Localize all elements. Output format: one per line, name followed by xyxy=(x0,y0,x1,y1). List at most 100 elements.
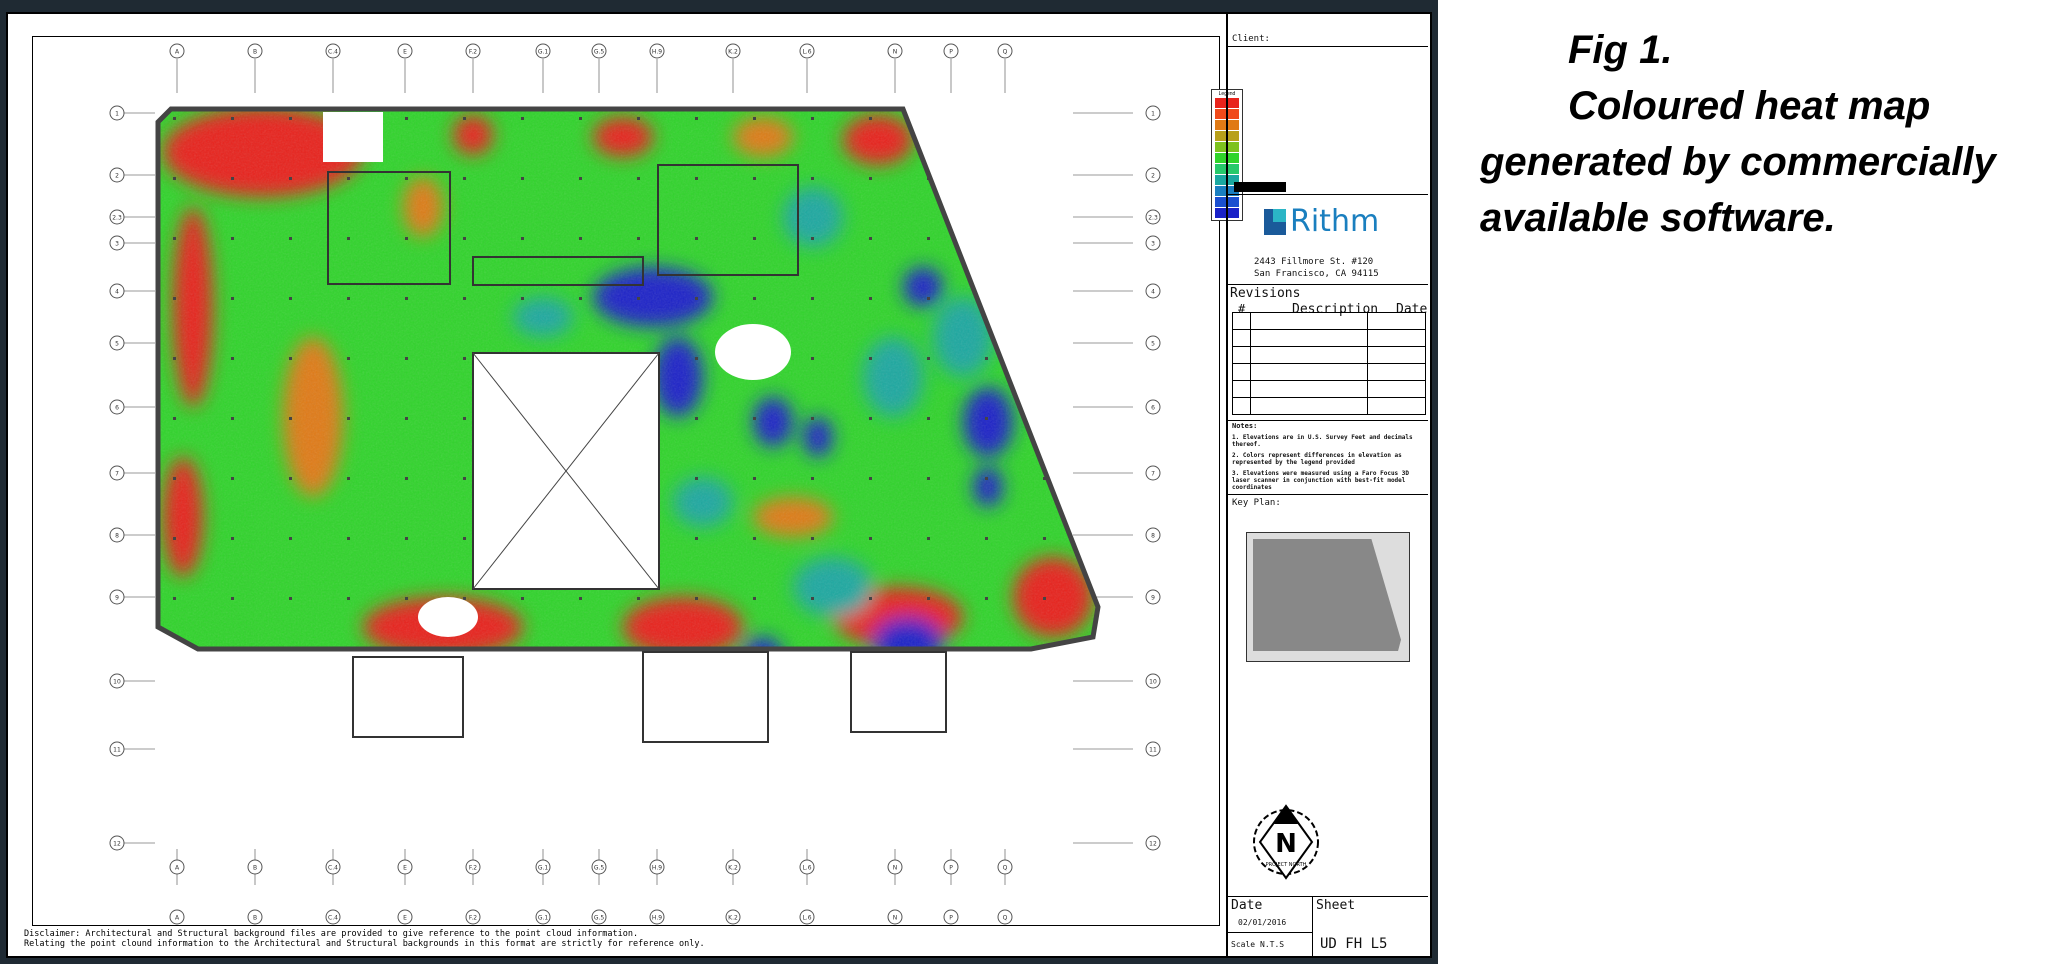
column-marker xyxy=(289,477,292,480)
column-marker xyxy=(463,537,466,540)
grid-label: N xyxy=(893,49,898,56)
column-marker xyxy=(231,177,234,180)
heat-region xyxy=(613,737,803,792)
column-marker xyxy=(173,117,176,120)
grid-label: 3 xyxy=(115,241,119,248)
grid-label: G.1 xyxy=(538,49,549,56)
column-marker xyxy=(521,297,524,300)
grid-label: 2 xyxy=(1151,173,1155,180)
note-3: 3. Elevations were measured using a Faro… xyxy=(1232,470,1410,491)
column-marker xyxy=(1043,537,1046,540)
column-marker xyxy=(463,597,466,600)
grid-label: P xyxy=(949,49,953,56)
column-marker xyxy=(753,237,756,240)
column-marker xyxy=(985,357,988,360)
column-marker xyxy=(753,537,756,540)
grid-label: 12 xyxy=(1149,841,1157,848)
grid-label: G.1 xyxy=(538,915,549,922)
column-marker xyxy=(405,297,408,300)
column-marker xyxy=(231,417,234,420)
grid-label: E xyxy=(403,915,407,922)
note-2: 2. Colors represent differences in eleva… xyxy=(1232,452,1402,466)
column-marker xyxy=(637,597,640,600)
grid-label: 1 xyxy=(115,111,119,118)
column-marker xyxy=(869,537,872,540)
grid-label: 7 xyxy=(115,471,119,478)
sheet-inner: A A A B B B C.4 C.4 C.4 E E E F.2 F.2 F.2 G.1 G.1 G.1 G.5 G… xyxy=(6,12,1432,958)
grid-label: 12 xyxy=(113,841,121,848)
column-marker xyxy=(405,537,408,540)
column-marker xyxy=(927,597,930,600)
column-marker xyxy=(1043,177,1046,180)
grid-label: 4 xyxy=(1151,289,1155,296)
column-marker xyxy=(405,177,408,180)
grid-label: 11 xyxy=(1149,747,1157,754)
column-marker xyxy=(347,177,350,180)
title-block: Client: Rithm 2443 Fillmore St. #120 San… xyxy=(1226,12,1428,958)
column-marker xyxy=(927,117,930,120)
revision-row xyxy=(1231,397,1427,415)
grid-label: 6 xyxy=(115,405,119,412)
column-marker xyxy=(289,357,292,360)
column-marker xyxy=(173,477,176,480)
grid-label: C.4 xyxy=(328,865,338,872)
grid-label: H.9 xyxy=(652,865,662,872)
column-marker xyxy=(927,237,930,240)
north-label: N xyxy=(1275,829,1297,859)
column-marker xyxy=(811,297,814,300)
column-marker xyxy=(985,417,988,420)
column-marker xyxy=(811,597,814,600)
column-marker xyxy=(1043,357,1046,360)
rithm-logo-icon xyxy=(1264,208,1286,235)
column-marker xyxy=(231,237,234,240)
disclaimer-line-1: Disclaimer: Architectural and Structural… xyxy=(24,929,639,939)
column-marker xyxy=(231,297,234,300)
column-marker xyxy=(869,357,872,360)
disclaimer: Disclaimer: Architectural and Structural… xyxy=(24,929,705,949)
column-marker xyxy=(695,357,698,360)
column-marker xyxy=(231,357,234,360)
caption-line-3: generated by commercially xyxy=(1480,140,1996,184)
column-marker xyxy=(289,297,292,300)
column-marker xyxy=(811,477,814,480)
grid-label: 9 xyxy=(115,595,119,602)
grid-label: 5 xyxy=(115,341,119,348)
column-marker xyxy=(927,357,930,360)
column-marker xyxy=(463,237,466,240)
revision-row xyxy=(1231,380,1427,398)
grid-label: H.9 xyxy=(652,49,662,56)
column-marker xyxy=(985,177,988,180)
column-marker xyxy=(811,537,814,540)
column-marker xyxy=(695,597,698,600)
address-line-2: San Francisco, CA 94115 xyxy=(1254,269,1379,279)
disclaimer-line-2: Relating the point clound information to… xyxy=(24,939,705,949)
column-marker xyxy=(927,537,930,540)
column-marker xyxy=(869,177,872,180)
north-arrow-icon: N PROJECT NORTH xyxy=(1253,804,1319,880)
grid-label: K.2 xyxy=(728,865,738,872)
grid-label: N xyxy=(893,915,898,922)
column-marker xyxy=(869,117,872,120)
column-marker xyxy=(347,237,350,240)
column-marker xyxy=(695,117,698,120)
grid-label: E xyxy=(403,49,407,56)
column-marker xyxy=(173,537,176,540)
column-marker xyxy=(173,237,176,240)
grid-label: G.1 xyxy=(538,865,549,872)
column-marker xyxy=(579,297,582,300)
column-marker xyxy=(463,117,466,120)
column-marker xyxy=(231,597,234,600)
column-marker xyxy=(463,417,466,420)
column-marker xyxy=(927,417,930,420)
column-marker xyxy=(463,297,466,300)
column-marker xyxy=(869,597,872,600)
grid-label: K.2 xyxy=(728,49,738,56)
column-marker xyxy=(405,597,408,600)
grid-label: H.9 xyxy=(652,915,662,922)
column-marker xyxy=(927,477,930,480)
sheet-value: UD FH L5 xyxy=(1320,936,1388,952)
column-marker xyxy=(753,177,756,180)
revision-row xyxy=(1231,312,1427,330)
grid-label: P xyxy=(949,865,953,872)
grid-label: G.5 xyxy=(594,865,605,872)
